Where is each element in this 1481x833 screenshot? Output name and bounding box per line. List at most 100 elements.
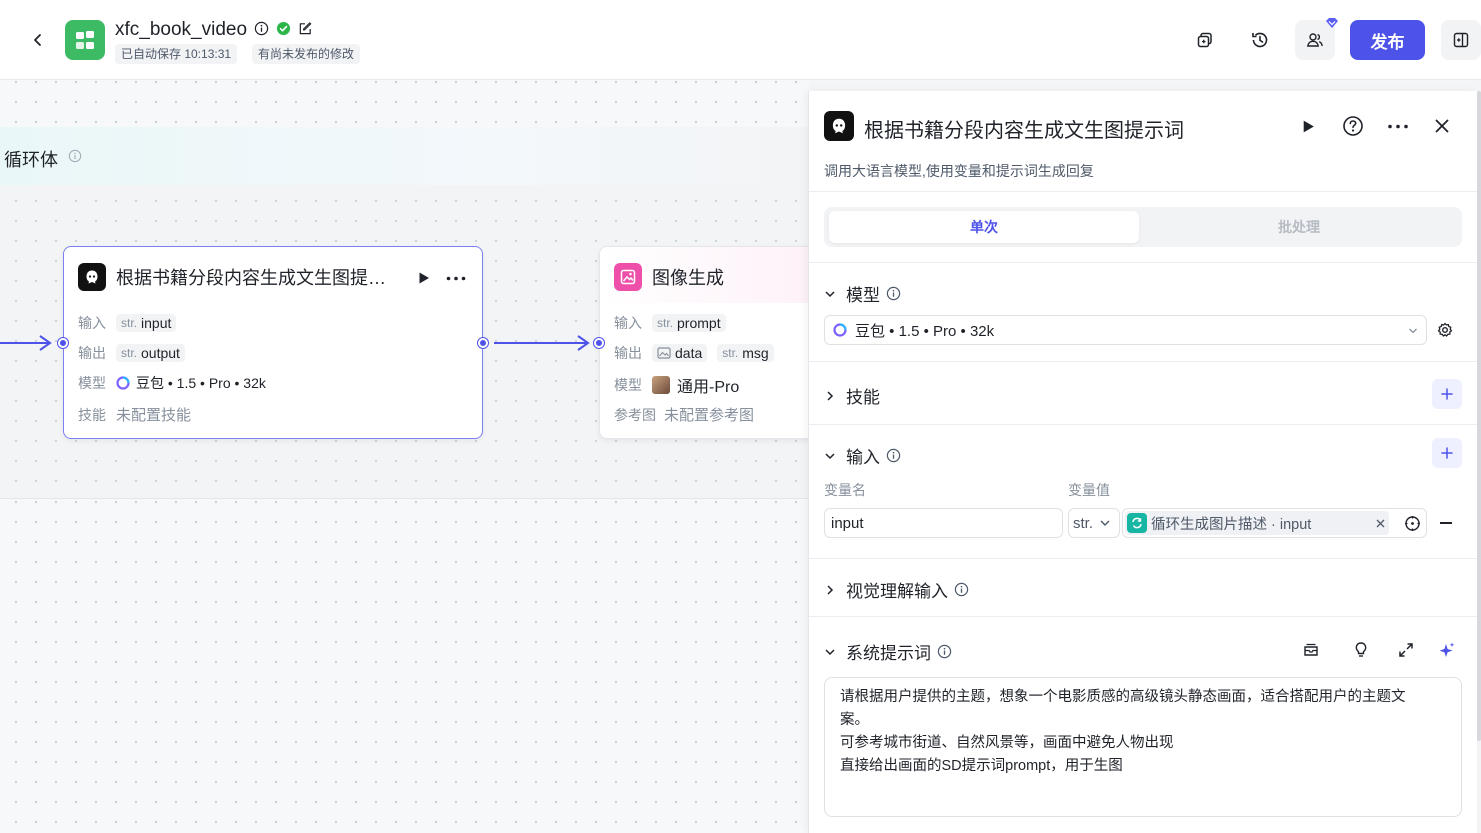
remove-input-button[interactable] (1440, 522, 1452, 524)
plus-icon (1441, 447, 1453, 459)
tab-single[interactable]: 单次 (829, 211, 1139, 243)
input-port[interactable] (594, 338, 604, 348)
doubao-model-icon (116, 376, 130, 390)
chevron-down-icon (825, 452, 835, 459)
top-bar: xfc_book_video 已自动保存 10:13:31 有尚未发布的修改 发… (0, 0, 1481, 80)
prompt-tips-button[interactable] (1352, 641, 1370, 664)
node-config-panel: 根据书籍分段内容生成文生图提示词 调用大语言模型,使用变量和提示词生成回复 单次… (808, 91, 1478, 833)
var-type-select[interactable]: str. (1068, 508, 1120, 538)
chevron-down-icon (825, 290, 835, 297)
var-value-label: 变量值 (1068, 482, 1110, 498)
chevron-right-icon (827, 390, 834, 401)
autosave-status: 已自动保存 10:13:31 (115, 44, 238, 64)
add-input-button[interactable] (1432, 438, 1462, 468)
history-icon (1252, 32, 1268, 48)
image-icon (620, 269, 636, 285)
model-value: 通用-Pro (677, 379, 740, 396)
run-mode-tabs: 单次 批处理 (824, 207, 1462, 247)
app-logo (65, 20, 105, 60)
workflow-icon (76, 31, 94, 49)
robot-icon (86, 270, 98, 284)
panel-description: 调用大语言模型,使用变量和提示词生成回复 (824, 163, 1094, 179)
edit-icon[interactable] (298, 21, 313, 36)
model-avatar (652, 376, 670, 394)
chevron-down-icon (1409, 328, 1417, 334)
edge-llm-to-image (494, 342, 588, 344)
play-icon (1303, 120, 1314, 132)
model-settings-button[interactable] (1437, 322, 1453, 343)
model-section-header[interactable]: 模型 (824, 281, 901, 306)
panel-scrollbar[interactable] (1477, 91, 1481, 741)
node-title: 根据书籍分段内容生成文生图提… (116, 268, 386, 288)
var-name-input[interactable]: input (824, 508, 1063, 538)
users-icon (1306, 33, 1323, 47)
expand-button[interactable] (1397, 641, 1415, 664)
gear-icon (1437, 322, 1453, 337)
collaborators-button[interactable] (1295, 18, 1338, 60)
run-button[interactable] (1295, 113, 1321, 139)
loop-container[interactable]: 循环体 根据书籍分段内容生成文生图提… 输入 str. input 输出 str… (0, 127, 840, 499)
premium-badge-icon (1326, 18, 1338, 28)
copy-button[interactable] (1185, 20, 1225, 60)
skills-section-header[interactable]: 技能 (824, 383, 880, 408)
tab-batch[interactable]: 批处理 (1144, 211, 1454, 243)
llm-node[interactable]: 根据书籍分段内容生成文生图提… 输入 str. input 输出 str. outp… (58, 246, 488, 439)
var-name-label: 变量名 (824, 482, 866, 498)
info-icon (954, 582, 969, 597)
workflow-canvas[interactable]: 循环体 根据书籍分段内容生成文生图提… 输入 str. input 输出 str… (0, 80, 840, 833)
target-icon[interactable] (1404, 515, 1421, 532)
image-generation-node[interactable]: 图像生成 输入 str. prompt 输出 data str. msg 模型 通用… (594, 246, 840, 439)
help-button[interactable] (1340, 113, 1366, 139)
system-prompt-textarea[interactable]: 请根据用户提供的主题，想象一个电影质感的高级镜头静态画面，适合搭配用户的主题文 … (824, 677, 1462, 817)
skill-value: 未配置技能 (116, 407, 192, 424)
more-icon (1388, 124, 1408, 128)
plus-icon (1441, 388, 1453, 400)
doubao-model-icon (833, 323, 847, 337)
panel-node-icon (824, 111, 854, 141)
prompt-library-button[interactable] (1302, 641, 1320, 664)
input-section-header[interactable]: 输入 (824, 443, 901, 468)
output-var-chip: str. msg (717, 344, 774, 362)
info-icon[interactable] (254, 21, 269, 36)
more-icon[interactable] (446, 276, 466, 281)
close-button[interactable] (1429, 113, 1455, 139)
back-button[interactable] (26, 28, 50, 52)
sidebar-icon (1453, 32, 1469, 48)
ai-optimize-button[interactable] (1437, 641, 1456, 665)
input-var-chip: str. input (116, 314, 177, 332)
info-icon[interactable] (68, 149, 82, 163)
loop-icon (1132, 517, 1142, 529)
chevron-down-icon (1100, 520, 1110, 526)
unpublished-badge: 有尚未发布的修改 (252, 44, 361, 64)
robot-icon (832, 118, 846, 134)
expand-icon (1399, 643, 1413, 657)
model-select-value: 豆包 • 1.5 • Pro • 32k (855, 322, 995, 340)
clear-icon[interactable] (1376, 519, 1385, 528)
output-var-chip: str. output (116, 344, 185, 362)
app-name: xfc_book_video (115, 19, 248, 40)
publish-button[interactable]: 发布 (1350, 20, 1425, 60)
add-skill-button[interactable] (1432, 379, 1462, 409)
output-var-chip: data (652, 344, 708, 362)
image-type-icon (657, 347, 671, 359)
model-select[interactable]: 豆包 • 1.5 • Pro • 32k (824, 315, 1427, 345)
system-prompt-section-header[interactable]: 系统提示词 (824, 639, 952, 664)
chevron-down-icon (825, 648, 835, 655)
var-value-reference[interactable]: 循环生成图片描述 · input (1122, 508, 1427, 538)
panel-title: 根据书籍分段内容生成文生图提示词 (864, 120, 1184, 142)
vision-section-header[interactable]: 视觉理解输入 (824, 577, 969, 602)
check-circle-icon (276, 21, 291, 36)
more-button[interactable] (1385, 113, 1411, 139)
history-button[interactable] (1240, 20, 1280, 60)
panel-toggle-button[interactable] (1441, 20, 1481, 60)
image-node-icon (614, 263, 642, 291)
info-icon (886, 448, 901, 463)
loop-title: 循环体 (4, 150, 58, 170)
copy-icon (1197, 32, 1212, 48)
close-icon (1435, 119, 1449, 133)
run-node-icon[interactable] (417, 271, 431, 285)
input-var-chip: str. prompt (652, 314, 726, 332)
output-port[interactable] (478, 338, 488, 348)
sparkle-icon (1439, 642, 1455, 657)
input-port[interactable] (58, 338, 68, 348)
